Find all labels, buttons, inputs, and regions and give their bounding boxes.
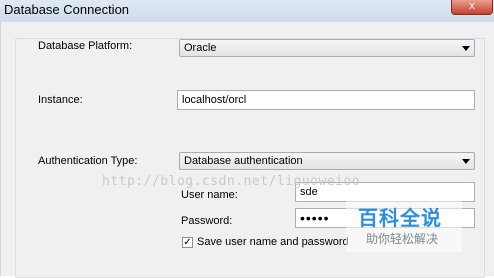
instance-label: Instance: [38, 94, 83, 106]
close-button[interactable]: x [451, 0, 493, 15]
badge-subtitle: 助你轻松解决 [366, 232, 439, 246]
instance-value: localhost/orcl [182, 94, 247, 106]
save-credentials-label[interactable]: Save user name and password [197, 236, 349, 248]
username-label: User name: [181, 189, 238, 201]
checkmark-icon: ✓ [183, 237, 192, 248]
badge-title: 百科全说 [358, 208, 442, 230]
platform-value: Oracle [184, 42, 217, 54]
chevron-down-icon [462, 159, 470, 164]
auth-type-value: Database authentication [184, 155, 303, 167]
password-label: Password: [181, 215, 233, 227]
chevron-down-icon [462, 46, 470, 51]
password-value: ••••• [300, 210, 330, 226]
close-icon: x [469, 0, 475, 12]
auth-type-label: Authentication Type: [38, 155, 138, 167]
title-bar: Database Connection x [0, 0, 494, 22]
auth-type-select[interactable]: Database authentication [179, 152, 475, 170]
site-badge: 百科全说 助你轻松解决 [346, 198, 462, 252]
platform-label: Database Platform: [38, 40, 133, 52]
platform-select[interactable]: Oracle [179, 39, 475, 57]
window-title: Database Connection [4, 2, 130, 17]
instance-input[interactable]: localhost/orcl [177, 90, 475, 110]
watermark-text: http://blog.csdn.net/liguoweioo [102, 174, 361, 189]
save-credentials-checkbox[interactable]: ✓ [182, 237, 193, 248]
